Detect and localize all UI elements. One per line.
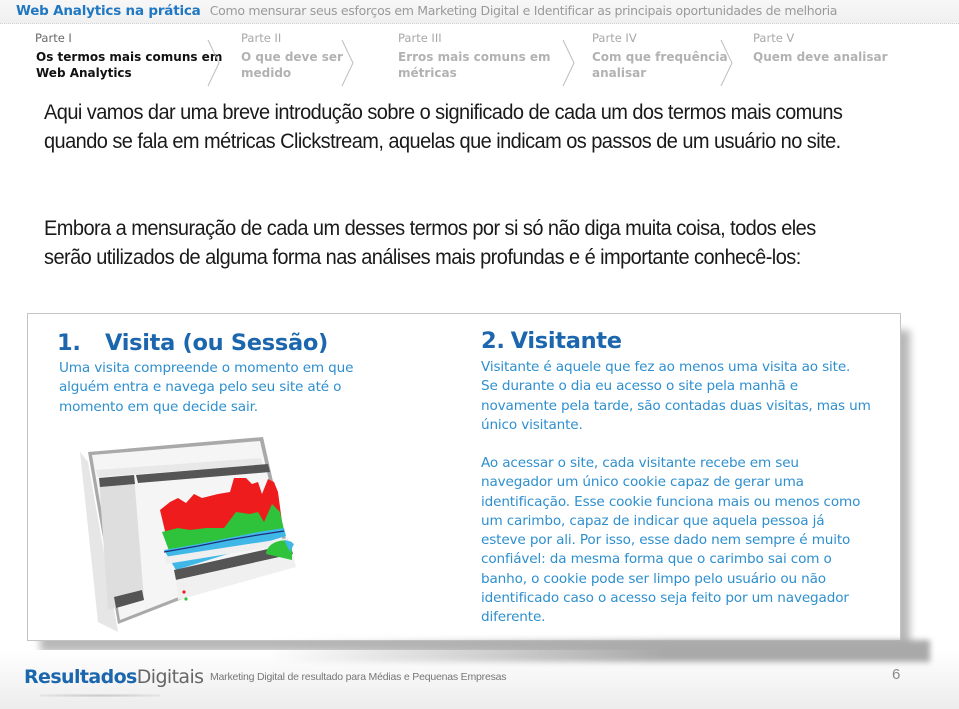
chevron-right-icon [341,39,355,87]
section-number: 2. [481,328,505,354]
part-5[interactable]: Parte V Quem deve analisar [753,27,888,65]
part-2[interactable]: Parte II O que deve ser medido [241,27,343,81]
part-label: Parte IV [592,31,637,45]
footer-tagline: Marketing Digital de resultado para Médi… [210,671,507,683]
document-header: Web Analytics na prática Como mensurar s… [0,0,959,24]
legend-dot-red [182,590,186,594]
legend-dot-green [184,597,188,601]
section-1-text: Uma visita compreende o momento em que a… [59,360,354,415]
part-label: Parte I [35,31,72,45]
chevron-right-icon [562,39,576,87]
section-2-text: Visitante é aquele que fez ao menos uma … [481,359,871,433]
part-label: Parte III [398,31,442,45]
brand-logo: ResultadosDigitais [24,665,204,689]
brand-underline [40,694,160,697]
part-title-line1: Os termos mais comuns em [36,50,223,64]
part-title-line1: O que deve ser [241,50,343,64]
part-4[interactable]: Parte IV Com que frequência analisar [592,27,728,81]
part-title-line2: medido [241,66,292,80]
chevron-right-icon [720,39,734,87]
page-number: 6 [892,666,901,683]
section-2-text-continued: Ao acessar o site, cada visitante recebe… [481,455,861,626]
footer-shadow [270,640,930,662]
section-title: Visita (ou Sessão) [105,330,328,356]
section-2-heading: 2. Visitante [481,327,622,355]
part-title-line2: analisar [592,66,647,80]
brand-name-bold: Resultados [24,666,137,688]
part-title-line1: Com que frequência [592,50,728,64]
analytics-dashboard-image [80,437,296,632]
document-title: Web Analytics na prática [16,3,201,19]
part-label: Parte V [753,31,795,45]
part-title-line1: Erros mais comuns em [398,50,551,64]
part-1[interactable]: Parte I Os termos mais comuns em Web Ana… [35,27,223,81]
intro-paragraph-1: Aqui vamos dar uma breve introdução sobr… [44,100,843,153]
document-subtitle: Como mensurar seus esforços em Marketing… [209,3,838,18]
parts-navigation: Parte I Os termos mais comuns em Web Ana… [0,27,959,91]
part-title-line1: Quem deve analisar [753,50,888,64]
section-number: 1. [57,330,81,356]
part-3[interactable]: Parte III Erros mais comuns em métricas [398,27,551,81]
part-title-line2: métricas [398,66,457,80]
part-title-line2: Web Analytics [36,66,132,80]
intro-paragraph-2: Embora a mensuração de cada um desses te… [44,216,816,269]
chevron-right-icon [207,39,221,87]
section-1-heading: 1. Visita (ou Sessão) [57,329,328,357]
brand-name-light: Digitais [136,666,204,688]
part-label: Parte II [241,31,282,45]
section-title: Visitante [510,328,622,354]
